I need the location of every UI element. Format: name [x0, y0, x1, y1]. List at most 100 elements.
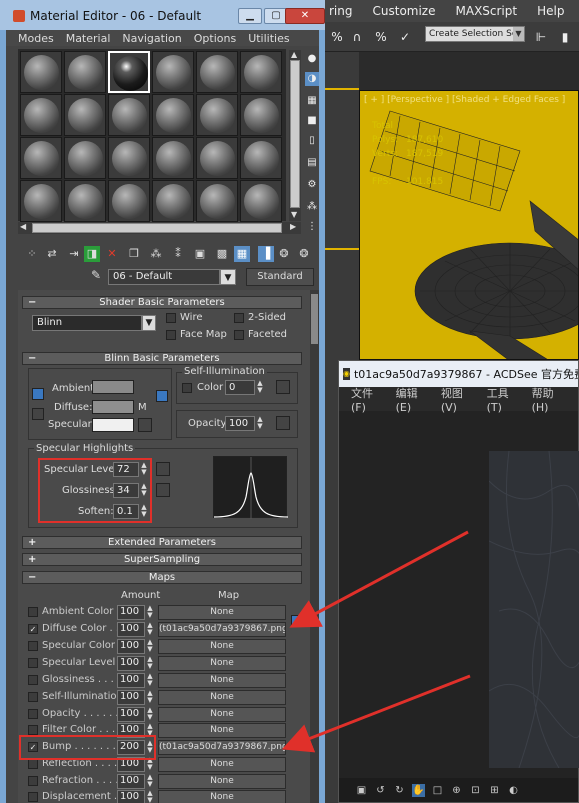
map-button[interactable]: None [158, 774, 286, 789]
map-amount[interactable]: 100 [117, 639, 145, 654]
ambient-color-swatch[interactable] [92, 380, 134, 394]
sample-slot[interactable] [152, 180, 194, 222]
two-sided-checkbox[interactable] [234, 313, 244, 323]
put-material-to-scene-icon[interactable]: ⇄ [44, 246, 60, 262]
sample-slot[interactable] [20, 51, 62, 93]
spinner-icon[interactable]: ▲ ▼ [146, 707, 154, 722]
spinner-icon[interactable]: ▲ ▼ [146, 690, 154, 705]
map-amount[interactable]: 100 [117, 605, 145, 620]
diffuse-color-swatch[interactable] [92, 400, 134, 414]
pan-hand-icon[interactable]: ✋ [412, 783, 425, 797]
sample-slot[interactable] [108, 180, 150, 222]
backlight-icon[interactable]: ◑ [305, 72, 319, 86]
reset-map-icon[interactable]: ✕ [104, 246, 120, 262]
menu-view[interactable]: 视图(V) [441, 385, 476, 414]
map-button[interactable]: (t01ac9a50d7a9379867.png) [158, 740, 286, 755]
copy-material-icon[interactable]: ❐ [126, 246, 142, 262]
material-id-icon[interactable]: ▣ [192, 246, 208, 262]
material-map-navigator-icon[interactable]: ⋮ [305, 220, 319, 234]
map-amount[interactable]: 100 [117, 622, 145, 637]
spinner-icon[interactable]: ▲ ▼ [146, 673, 154, 688]
menu-options[interactable]: Options [194, 32, 236, 45]
sample-slot[interactable] [64, 137, 106, 179]
map-button[interactable]: None [158, 790, 286, 803]
assign-to-selection-icon[interactable]: ◨ [84, 246, 100, 262]
map-amount[interactable]: 100 [117, 707, 145, 722]
wire-checkbox[interactable] [166, 313, 176, 323]
sample-slot[interactable] [108, 137, 150, 179]
material-type-button[interactable]: Standard [246, 268, 314, 286]
sample-slot[interactable] [196, 51, 238, 93]
scroll-up-icon[interactable]: ▲ [291, 50, 297, 59]
perspective-viewport[interactable]: [ + ] [Perspective ] [Shaded + Edged Fac… [359, 90, 579, 360]
self-illum-color-checkbox[interactable] [182, 383, 192, 393]
sample-slot[interactable] [152, 137, 194, 179]
show-end-result-icon[interactable]: ▦ [234, 246, 250, 262]
spell-check-icon[interactable]: ✓ [395, 27, 415, 47]
sample-slot[interactable] [108, 94, 150, 136]
map-button[interactable]: None [158, 723, 286, 738]
face-map-checkbox[interactable] [166, 330, 176, 340]
opacity-value[interactable]: 100 [225, 416, 255, 431]
pick-material-from-object-icon[interactable]: ❂ [296, 246, 312, 262]
assign-material-icon[interactable]: ⇥ [66, 246, 82, 262]
menu-rendering[interactable]: ring [325, 4, 363, 18]
map-enable-checkbox[interactable] [28, 709, 38, 719]
sample-slot[interactable] [240, 137, 282, 179]
menu-edit[interactable]: 编辑(E) [396, 385, 430, 414]
put-to-library-icon[interactable]: ⁑ [170, 246, 186, 262]
select-icon[interactable]: □ [431, 784, 444, 797]
image-preview[interactable] [488, 450, 579, 769]
sample-slot[interactable] [64, 180, 106, 222]
sample-slot[interactable] [240, 180, 282, 222]
sample-slot[interactable] [152, 51, 194, 93]
eyedropper-icon[interactable]: ✎ [88, 268, 104, 284]
shader-type-dropdown[interactable]: Blinn [32, 315, 142, 331]
save-icon[interactable]: ▣ [355, 784, 368, 797]
fit-icon[interactable]: ⊡ [469, 784, 482, 797]
spinner-icon[interactable]: ▲ ▼ [146, 622, 154, 637]
spinner-icon[interactable]: ▲ ▼ [146, 656, 154, 671]
menu-customize[interactable]: Customize [363, 4, 446, 18]
menu-utilities[interactable]: Utilities [248, 32, 289, 45]
magnet-snap-icon[interactable]: ∩ [347, 27, 367, 47]
menu-material[interactable]: Material [66, 32, 111, 45]
acdsee-titlebar[interactable]: ◉ t01ac9a50d7a9379867 - ACDSee 官方免费版 [339, 361, 578, 387]
material-name-field[interactable]: 06 - Default [108, 269, 220, 285]
scroll-down-icon[interactable]: ▼ [291, 210, 297, 219]
selection-set-dropdown[interactable]: Create Selection Se [425, 26, 525, 42]
spinner-icon[interactable]: ▲ ▼ [256, 416, 264, 431]
scroll-thumb[interactable] [290, 60, 300, 208]
sample-slot[interactable] [240, 51, 282, 93]
sample-slot[interactable] [152, 94, 194, 136]
scroll-thumb[interactable] [32, 223, 282, 233]
map-enable-checkbox[interactable] [28, 607, 38, 617]
map-enable-checkbox[interactable]: ✓ [28, 624, 38, 634]
slots-horizontal-scrollbar[interactable]: ◀ ▶ [18, 222, 301, 234]
menu-file[interactable]: 文件(F) [351, 385, 385, 414]
menu-help[interactable]: 帮助(H) [532, 385, 567, 414]
percent-snap-icon[interactable]: % [371, 27, 391, 47]
lock-diffuse-specular-icon[interactable] [32, 408, 44, 420]
align-icon[interactable]: ▮ [555, 27, 575, 47]
sample-slot-selected[interactable] [108, 51, 150, 93]
rollout-supersampling[interactable]: + SuperSampling [22, 553, 302, 566]
video-color-check-icon[interactable]: ▯ [305, 134, 319, 148]
close-button[interactable]: ✕ [285, 8, 325, 24]
scroll-right-icon[interactable]: ▶ [290, 222, 296, 231]
sample-slot[interactable] [196, 94, 238, 136]
scroll-thumb[interactable] [311, 294, 318, 344]
opacity-map-button[interactable] [276, 416, 290, 430]
map-button[interactable]: None [158, 690, 286, 705]
parameters-scrollbar[interactable] [310, 290, 319, 803]
scroll-left-icon[interactable]: ◀ [20, 222, 26, 231]
lock-ambient-diffuse-icon[interactable] [32, 388, 44, 400]
menu-help[interactable]: Help [527, 4, 574, 18]
map-button[interactable]: None [158, 673, 286, 688]
sample-slot[interactable] [240, 94, 282, 136]
faceted-checkbox[interactable] [234, 330, 244, 340]
sample-uv-tiling-icon[interactable]: ■ [305, 114, 319, 128]
specular-level-map-button[interactable] [156, 462, 170, 476]
glossiness-map-button[interactable] [156, 483, 170, 497]
rollout-maps[interactable]: − Maps [22, 571, 302, 584]
